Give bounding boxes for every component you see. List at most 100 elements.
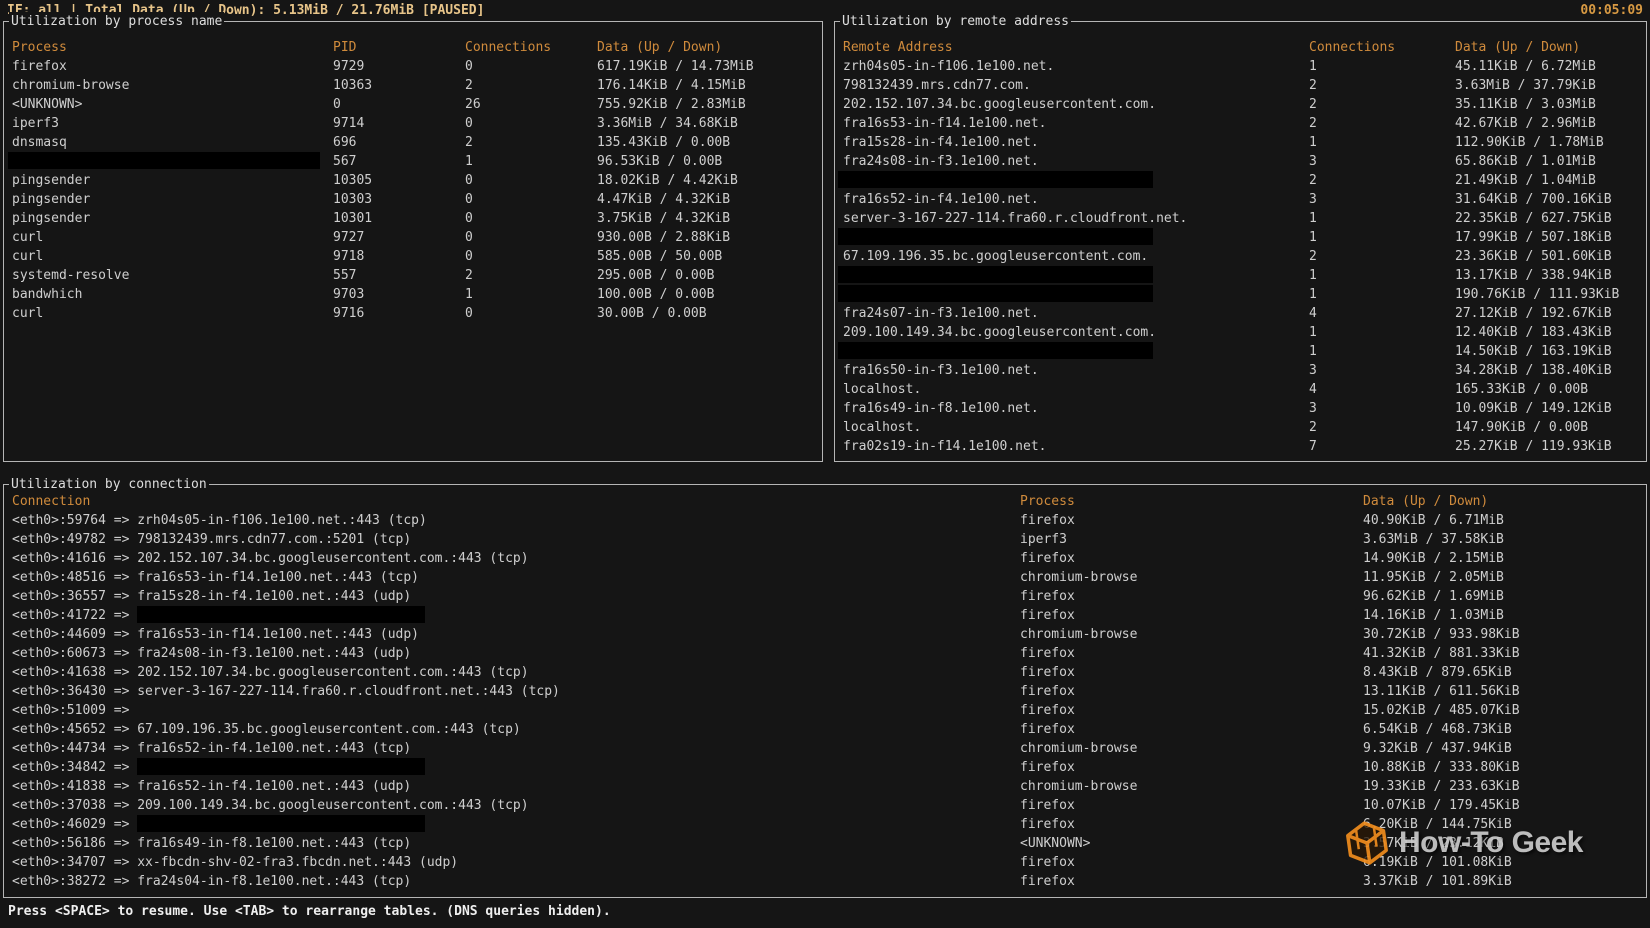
cell-local-remote: <eth0>:44734 => fra16s52-in-f4.1e100.net… <box>12 739 1020 758</box>
connection-row: <eth0>:44734 => fra16s52-in-f4.1e100.net… <box>12 739 1646 758</box>
cell-connections: 3 <box>1309 190 1455 209</box>
cell-address: fra24s08-in-f3.1e100.net. <box>843 152 1309 171</box>
cell-process: dnsmasq <box>12 133 333 152</box>
cell-local-remote: <eth0>:48516 => fra16s53-in-f14.1e100.ne… <box>12 568 1020 587</box>
cell-data: 13.17KiB / 338.94KiB <box>1455 266 1646 285</box>
cell-connections: 1 <box>1309 323 1455 342</box>
cell-connections: 2 <box>1309 171 1455 190</box>
cell-data: 18.02KiB / 4.42KiB <box>597 171 822 190</box>
cell-address: fra16s50-in-f3.1e100.net. <box>843 361 1309 380</box>
cell-process: curl <box>12 247 333 266</box>
cell-data: 14.16KiB / 1.03MiB <box>1363 606 1646 625</box>
cell-data: 40.90KiB / 6.71MiB <box>1363 511 1646 530</box>
cell-data: 10.88KiB / 333.80KiB <box>1363 758 1646 777</box>
remote-address-row: localhost.4165.33KiB / 0.00B <box>843 380 1646 399</box>
cell-local-remote: <eth0>:56186 => fra16s49-in-f8.1e100.net… <box>12 834 1020 853</box>
cell-process: iperf3 <box>1020 530 1363 549</box>
remote-address-row: 113.17KiB / 338.94KiB <box>843 266 1646 285</box>
cell-pid: 9718 <box>333 247 465 266</box>
connection-row: <eth0>:41722 => firefox14.16KiB / 1.03Mi… <box>12 606 1646 625</box>
cell-data: 3.37KiB / 101.89KiB <box>1363 872 1646 891</box>
remote-address-row: fra16s53-in-f14.1e100.net.242.67KiB / 2.… <box>843 114 1646 133</box>
remote-address-row: 221.49KiB / 1.04MiB <box>843 171 1646 190</box>
remote-address-row: fra15s28-in-f4.1e100.net.1112.90KiB / 1.… <box>843 133 1646 152</box>
panel-title-remote: Utilization by remote address <box>840 12 1071 32</box>
process-row: pingsender10305018.02KiB / 4.42KiB <box>12 171 822 190</box>
cell-connections: 0 <box>465 171 597 190</box>
cell-local-remote: <eth0>:36557 => fra15s28-in-f4.1e100.net… <box>12 587 1020 606</box>
connection-row: <eth0>:56186 => fra16s49-in-f8.1e100.net… <box>12 834 1646 853</box>
cell-local-remote: <eth0>:34707 => xx-fbcdn-shv-02-fra3.fbc… <box>12 853 1020 872</box>
footer-help-text: Press <SPACE> to resume. Use <TAB> to re… <box>8 904 611 919</box>
cell-pid: 9729 <box>333 57 465 76</box>
cell-process: firefox <box>1020 682 1363 701</box>
cell-data: 6.54KiB / 468.73KiB <box>1363 720 1646 739</box>
cell-process: firefox <box>1020 796 1363 815</box>
cell-data: 41.32KiB / 881.33KiB <box>1363 644 1646 663</box>
remote-address-row: 1190.76KiB / 111.93KiB <box>843 285 1646 304</box>
column-header-process: Process <box>12 38 333 57</box>
cell-address: fra16s53-in-f14.1e100.net. <box>843 114 1309 133</box>
column-header-data: Data (Up / Down) <box>1363 492 1646 511</box>
cell-data: 135.43KiB / 0.00B <box>597 133 822 152</box>
connection-row: <eth0>:46029 => firefox6.20KiB / 144.75K… <box>12 815 1646 834</box>
cell-connections: 4 <box>1309 304 1455 323</box>
cell-connections: 1 <box>1309 57 1455 76</box>
process-row: pingsender1030304.47KiB / 4.32KiB <box>12 190 822 209</box>
cell-data: 42.67KiB / 2.96MiB <box>1455 114 1646 133</box>
cell-data: 190.76KiB / 111.93KiB <box>1455 285 1646 304</box>
cell-process: chromium-browse <box>1020 625 1363 644</box>
cell-address <box>843 171 1309 190</box>
cell-process: firefox <box>1020 815 1363 834</box>
cell-process: firefox <box>1020 720 1363 739</box>
cell-local-remote: <eth0>:37038 => 209.100.149.34.bc.google… <box>12 796 1020 815</box>
cell-process: <UNKNOWN> <box>1020 834 1363 853</box>
remote-address-row: zrh04s05-in-f106.1e100.net.145.11KiB / 6… <box>843 57 1646 76</box>
redacted-black-box <box>137 606 425 623</box>
cell-connections: 0 <box>465 57 597 76</box>
remote-address-row: fra24s07-in-f3.1e100.net.427.12KiB / 192… <box>843 304 1646 323</box>
cell-data: 100.00B / 0.00B <box>597 285 822 304</box>
connection-row: <eth0>:44609 => fra16s53-in-f14.1e100.ne… <box>12 625 1646 644</box>
remote-address-row: fra24s08-in-f3.1e100.net.365.86KiB / 1.0… <box>843 152 1646 171</box>
cell-data: 930.00B / 2.88KiB <box>597 228 822 247</box>
remote-address-row: fra02s19-in-f14.1e100.net.725.27KiB / 11… <box>843 437 1646 456</box>
cell-data: 9.32KiB / 437.94KiB <box>1363 739 1646 758</box>
remote-address-row: localhost.2147.90KiB / 0.00B <box>843 418 1646 437</box>
cell-data: 96.62KiB / 1.69MiB <box>1363 587 1646 606</box>
cell-data: 3.63MiB / 37.79KiB <box>1455 76 1646 95</box>
remote-address-row: 209.100.149.34.bc.googleusercontent.com.… <box>843 323 1646 342</box>
panel-utilization-by-process: Utilization by process name Process PID … <box>3 21 823 462</box>
cell-data: 165.33KiB / 0.00B <box>1455 380 1646 399</box>
cell-process: chromium-browse <box>1020 568 1363 587</box>
cell-address: 202.152.107.34.bc.googleusercontent.com. <box>843 95 1309 114</box>
cell-connections: 2 <box>465 266 597 285</box>
cell-data: 14.90KiB / 2.15MiB <box>1363 549 1646 568</box>
redacted-black-box <box>8 152 320 169</box>
connection-table-header: Connection Process Data (Up / Down) <box>12 492 1646 511</box>
redacted-black-box <box>838 228 1153 245</box>
cell-data: 30.00B / 0.00B <box>597 304 822 323</box>
cell-data: 14.50KiB / 163.19KiB <box>1455 342 1646 361</box>
column-header-process: Process <box>1020 492 1363 511</box>
connection-row: <eth0>:60673 => fra24s08-in-f3.1e100.net… <box>12 644 1646 663</box>
cell-data: 45.11KiB / 6.72MiB <box>1455 57 1646 76</box>
connection-row: <eth0>:37038 => 209.100.149.34.bc.google… <box>12 796 1646 815</box>
cell-pid: 10301 <box>333 209 465 228</box>
cell-address: server-3-167-227-114.fra60.r.cloudfront.… <box>843 209 1309 228</box>
cell-process: pingsender <box>12 171 333 190</box>
cell-data: 35.11KiB / 3.03MiB <box>1455 95 1646 114</box>
connection-row: <eth0>:34842 => firefox10.88KiB / 333.80… <box>12 758 1646 777</box>
cell-process: firefox <box>12 57 333 76</box>
redacted-black-box <box>838 266 1153 283</box>
cell-local-remote: <eth0>:59764 => zrh04s05-in-f106.1e100.n… <box>12 511 1020 530</box>
process-row: systemd-resolve5572295.00B / 0.00B <box>12 266 822 285</box>
cell-address: localhost. <box>843 380 1309 399</box>
remote-table-body: zrh04s05-in-f106.1e100.net.145.11KiB / 6… <box>843 57 1646 456</box>
remote-address-row: fra16s50-in-f3.1e100.net.334.28KiB / 138… <box>843 361 1646 380</box>
cell-connections: 2 <box>1309 418 1455 437</box>
remote-address-row: server-3-167-227-114.fra60.r.cloudfront.… <box>843 209 1646 228</box>
connection-row: <eth0>:36557 => fra15s28-in-f4.1e100.net… <box>12 587 1646 606</box>
cell-address: fra15s28-in-f4.1e100.net. <box>843 133 1309 152</box>
connection-row: <eth0>:45652 => 67.109.196.35.bc.googleu… <box>12 720 1646 739</box>
